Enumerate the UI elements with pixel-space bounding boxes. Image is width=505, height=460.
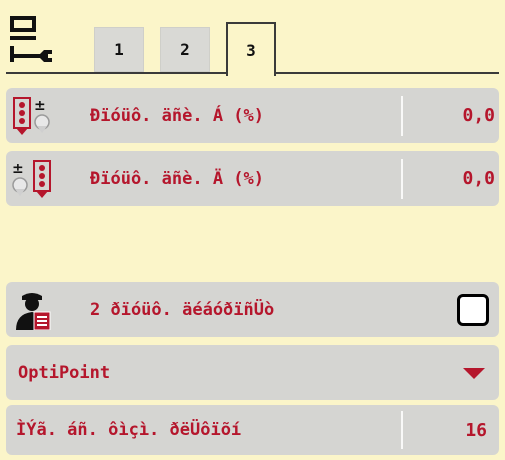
tab-3[interactable]: 3 xyxy=(226,22,276,76)
boundary-quantity-a-label: Ðïóüô. äñè. Á (%) xyxy=(90,105,264,126)
operator-report-icon xyxy=(16,293,51,330)
max-sections-value[interactable]: 16 xyxy=(465,405,487,455)
row-divider xyxy=(401,96,403,136)
tab-1[interactable]: 1 xyxy=(94,27,144,72)
dropdown-arrow-icon[interactable] xyxy=(463,368,485,379)
svg-text:±: ± xyxy=(34,98,46,114)
operator-report-label: 2 ðïóüô. äéáóðïñÜò xyxy=(90,299,275,320)
row-divider xyxy=(401,159,403,199)
header: 1 2 3 xyxy=(0,0,505,78)
optipoint-select-value: OptiPoint xyxy=(18,362,111,383)
svg-text:±: ± xyxy=(12,161,24,177)
boundary-quantity-b-row[interactable]: ± Ðïóüô. äñè. Ä (%) 0,0 xyxy=(6,151,499,206)
settings-screen: 1 2 3 ± Ðïóüô. äñè. Á (%) 0,0 ± Ðïóüô. ä… xyxy=(0,0,505,460)
tab-2[interactable]: 2 xyxy=(160,27,210,72)
max-sections-row[interactable]: ÌÝã. áñ. ôìçì. ðëÜôïõí 16 xyxy=(6,405,499,455)
operator-report-checkbox[interactable] xyxy=(457,294,489,326)
boundary-quantity-a-value[interactable]: 0,0 xyxy=(462,88,495,143)
boundary-quantity-a-row[interactable]: ± Ðïóüô. äñè. Á (%) 0,0 xyxy=(6,88,499,143)
boundary-quantity-b-label: Ðïóüô. äñè. Ä (%) xyxy=(90,168,264,189)
boundary-quantity-left-icon: ± xyxy=(13,97,50,135)
operator-report-row[interactable]: 2 ðïóüô. äéáóðïñÜò xyxy=(6,282,499,337)
optipoint-select[interactable]: OptiPoint xyxy=(6,345,499,400)
wrench-settings-icon xyxy=(10,16,52,62)
row-divider xyxy=(401,411,403,449)
boundary-quantity-right-icon: ± xyxy=(12,160,51,198)
max-sections-label: ÌÝã. áñ. ôìçì. ðëÜôïõí xyxy=(16,420,242,440)
boundary-quantity-b-value[interactable]: 0,0 xyxy=(462,151,495,206)
